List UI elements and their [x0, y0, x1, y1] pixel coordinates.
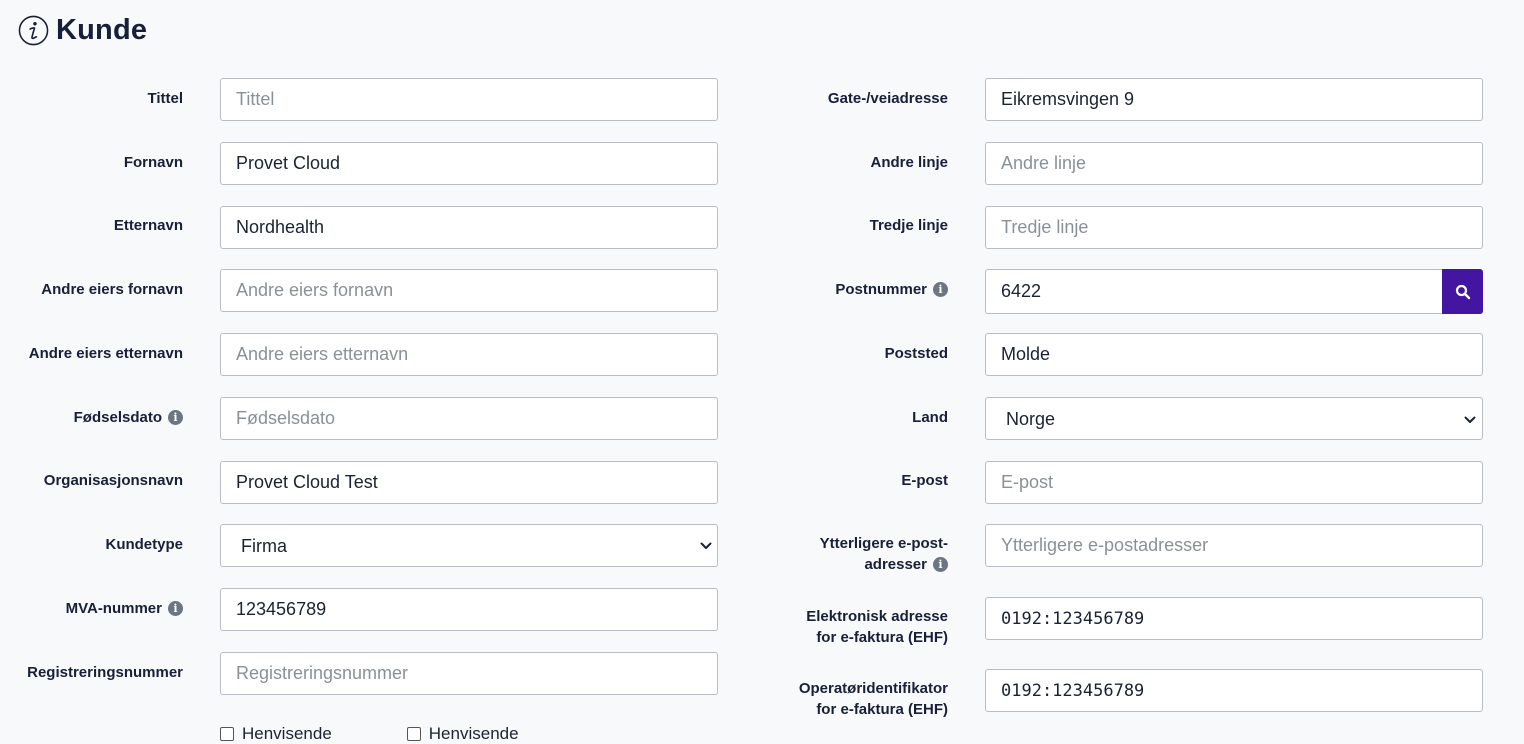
- info-icon[interactable]: i: [168, 410, 183, 425]
- fodselsdato-label: Fødselsdato: [73, 409, 162, 426]
- checkbox-label: Henvisende: [428, 724, 519, 743]
- andre-linje-input[interactable]: [985, 142, 1483, 185]
- organisasjonsnavn-label: Organisasjonsnavn: [43, 472, 183, 489]
- ehf-adresse-label-wrap: Elektronisk adresse for e-faktura (EHF): [760, 606, 948, 648]
- land-select[interactable]: Norge: [985, 397, 1483, 440]
- page-title: Kunde: [56, 13, 148, 46]
- info-circle-icon: [18, 15, 49, 45]
- registreringsnummer-input[interactable]: [220, 652, 718, 695]
- organisasjonsnavn-input[interactable]: [220, 461, 718, 504]
- andre-etternavn-input[interactable]: [220, 333, 718, 376]
- land-selected: Norge: [1006, 409, 1056, 429]
- postnummer-input[interactable]: [985, 269, 1443, 314]
- epost-input[interactable]: [985, 461, 1483, 504]
- info-icon[interactable]: i: [933, 282, 948, 297]
- ehf-adresse-input[interactable]: [985, 597, 1483, 640]
- poststed-input[interactable]: [985, 333, 1483, 376]
- mva-label-wrap: MVA-nummer i: [0, 598, 183, 619]
- tredje-linje-input[interactable]: [985, 206, 1483, 249]
- ehf-operator-label-line1: Operatøridentifikator: [798, 680, 948, 697]
- fodselsdato-input[interactable]: [220, 397, 718, 440]
- tredje-linje-label: Tredje linje: [869, 217, 948, 234]
- gate-input[interactable]: [985, 78, 1483, 121]
- kundetype-selected: Firma: [241, 536, 287, 556]
- checkbox-box[interactable]: [406, 727, 421, 741]
- land-label: Land: [912, 409, 948, 426]
- search-icon: [1455, 284, 1470, 299]
- mva-input[interactable]: [220, 588, 718, 631]
- ehf-operator-label-line2: for e-faktura (EHF): [816, 701, 948, 718]
- ehf-operator-input[interactable]: [985, 669, 1483, 712]
- tittel-input[interactable]: [220, 78, 718, 121]
- epost-label: E-post: [901, 472, 948, 489]
- ehf-adresse-label-line2: for e-faktura (EHF): [816, 629, 948, 646]
- registreringsnummer-label: Registreringsnummer: [27, 664, 183, 681]
- ehf-adresse-label-line1: Elektronisk adresse: [806, 608, 948, 625]
- fornavn-label: Fornavn: [123, 154, 183, 171]
- andre-fornavn-input[interactable]: [220, 269, 718, 312]
- gate-label: Gate-/veiadresse: [827, 90, 948, 107]
- etternavn-label: Etternavn: [113, 217, 183, 234]
- info-icon[interactable]: i: [933, 557, 948, 572]
- poststed-label: Poststed: [884, 345, 948, 362]
- page-header: Kunde: [18, 12, 147, 48]
- ytterligere-label-wrap: Ytterligere e-post- adresser i: [760, 533, 948, 575]
- mva-label: MVA-nummer: [65, 600, 162, 617]
- ytterligere-input[interactable]: [985, 524, 1483, 567]
- henvisende-checkbox-2[interactable]: Henvisende: [406, 724, 519, 744]
- kundetype-select[interactable]: Firma: [220, 524, 718, 567]
- postnummer-label-wrap: Postnummer i: [760, 279, 948, 300]
- kundetype-label: Kundetype: [105, 536, 183, 553]
- checkbox-label: Henvisende: [242, 724, 332, 743]
- henvisende-checkbox[interactable]: Henvisende: [220, 724, 332, 744]
- checkbox-box[interactable]: [220, 727, 234, 741]
- fodselsdato-label-wrap: Fødselsdato i: [0, 407, 183, 428]
- ytterligere-label-line2: adresser: [864, 556, 927, 573]
- info-icon[interactable]: i: [168, 601, 183, 616]
- postnummer-search-button[interactable]: [1442, 269, 1483, 314]
- fornavn-input[interactable]: [220, 142, 718, 185]
- andre-fornavn-label: Andre eiers fornavn: [41, 281, 183, 298]
- tittel-label: Tittel: [147, 90, 183, 107]
- etternavn-input[interactable]: [220, 206, 718, 249]
- andre-linje-label: Andre linje: [870, 154, 948, 171]
- ehf-operator-label-wrap: Operatøridentifikator for e-faktura (EHF…: [760, 678, 948, 720]
- andre-etternavn-label: Andre eiers etternavn: [28, 345, 183, 362]
- checkbox-row: Henvisende Henvisende: [220, 724, 594, 744]
- postnummer-label: Postnummer: [835, 281, 927, 298]
- ytterligere-label-line1: Ytterligere e-post-: [819, 535, 948, 552]
